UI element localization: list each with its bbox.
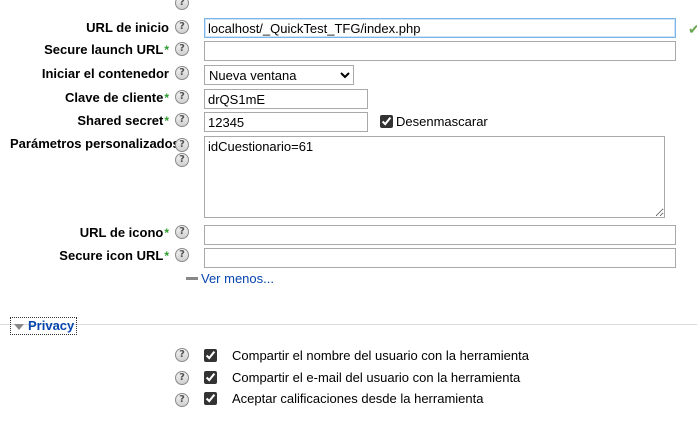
ver-menos-link[interactable]: Ver menos...	[201, 271, 274, 287]
help-icon[interactable]: ?	[175, 371, 189, 385]
secure-launch-url-label: Secure launch URL*	[44, 42, 169, 57]
help-icon[interactable]: ?	[175, 393, 189, 407]
shared-secret-label: Shared secret*	[77, 113, 169, 128]
help-icon[interactable]: ?	[175, 248, 189, 262]
help-icon[interactable]: ?	[175, 348, 189, 362]
help-icon[interactable]: ?	[175, 113, 189, 127]
help-icon[interactable]: ?	[175, 225, 189, 239]
collapse-dash-icon	[186, 277, 198, 280]
share-email-label: Compartir el e-mail del usuario con la h…	[232, 370, 521, 385]
help-icon[interactable]: ?	[175, 0, 189, 10]
help-icon[interactable]: ?	[175, 138, 189, 152]
contenedor-label: Iniciar el contenedor	[41, 66, 169, 81]
help-icon[interactable]: ?	[175, 153, 189, 167]
shared-secret-input[interactable]	[204, 112, 368, 132]
parametros-label: Parámetros personalizados*	[10, 136, 185, 151]
url-inicio-input[interactable]	[204, 18, 676, 38]
clave-cliente-input[interactable]	[204, 89, 368, 109]
checkmark-icon: ✔	[688, 21, 697, 37]
accept-grades-label: Aceptar calificaciones desde la herramie…	[232, 391, 484, 406]
url-icono-input[interactable]	[204, 225, 676, 245]
contenedor-select[interactable]: Nueva ventana	[204, 65, 354, 85]
url-inicio-label: URL de inicio	[86, 20, 169, 35]
unmask-checkbox[interactable]	[380, 115, 393, 128]
section-divider	[0, 324, 697, 325]
help-icon[interactable]: ?	[175, 66, 189, 80]
help-icon[interactable]: ?	[175, 20, 189, 34]
help-icon[interactable]: ?	[175, 90, 189, 104]
collapse-triangle-icon	[14, 323, 24, 330]
share-name-label: Compartir el nombre del usuario con la h…	[232, 348, 529, 363]
clave-cliente-label: Clave de cliente*	[65, 90, 169, 105]
share-name-checkbox[interactable]	[204, 349, 217, 362]
parametros-textarea[interactable]: idCuestionario=61	[204, 136, 665, 218]
secure-icon-url-label: Secure icon URL*	[59, 248, 169, 263]
unmask-label: Desenmascarar	[396, 114, 488, 129]
accept-grades-checkbox[interactable]	[204, 392, 217, 405]
url-icono-label: URL de icono*	[79, 225, 169, 240]
help-icon[interactable]: ?	[175, 42, 189, 56]
secure-icon-url-input[interactable]	[204, 248, 676, 268]
share-email-checkbox[interactable]	[204, 371, 217, 384]
secure-launch-url-input[interactable]	[204, 41, 676, 61]
privacy-legend[interactable]: Privacy	[10, 317, 78, 335]
